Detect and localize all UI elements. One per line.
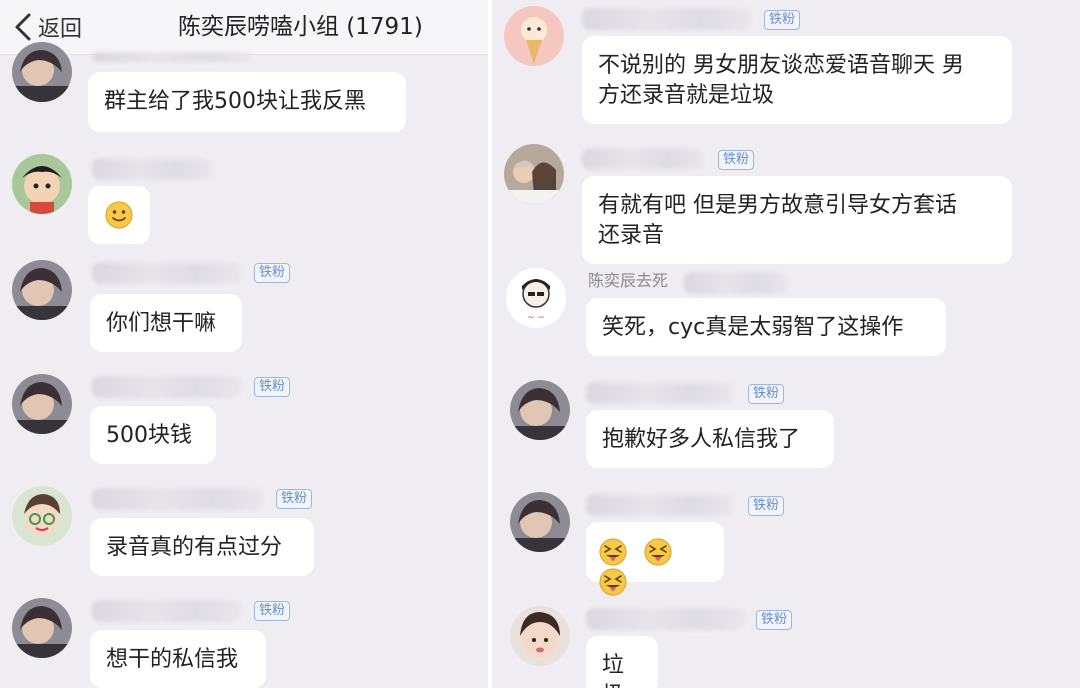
sender-name-blurred	[92, 376, 242, 398]
message-bubble[interactable]: 垃圾	[586, 636, 658, 688]
list-item: 群主给了我500块让我反黑	[0, 0, 488, 140]
avatar[interactable]	[12, 374, 72, 434]
avatar[interactable]: ~ ~	[506, 268, 566, 328]
message-text: 群主给了我500块让我反黑	[104, 89, 366, 114]
message-bubble[interactable]: 500块钱	[90, 406, 216, 464]
message-bubble[interactable]: 想干的私信我	[90, 630, 266, 688]
avatar[interactable]	[12, 260, 72, 320]
message-text: 垃圾	[602, 653, 625, 688]
fan-badge: 铁粉	[764, 10, 801, 30]
sender-name-blurred	[92, 262, 242, 284]
fan-badge: 铁粉	[748, 384, 785, 404]
sender-name-blurred	[684, 272, 788, 294]
sender-name-blurred	[586, 608, 746, 630]
message-text: 想干的私信我	[106, 647, 239, 672]
list-item	[0, 150, 488, 250]
sender-name-blurred	[92, 158, 212, 180]
message-text: 录音真的有点过分	[106, 535, 283, 560]
message-bubble[interactable]: 有就有吧 但是男方故意引导女方套话 还录音	[582, 176, 1012, 264]
chat-screenshot-collage: 返回 陈奕辰唠嗑小组 (1791) 群主给了我500块让我反黑 铁粉 你们想干嘛…	[0, 0, 1080, 688]
list-item: 铁粉 想干的私信我	[0, 596, 488, 688]
message-bubble[interactable]: 笑死，cyc真是太弱智了这操作	[586, 298, 946, 356]
message-bubble[interactable]: 群主给了我500块让我反黑	[88, 72, 406, 132]
message-bubble[interactable]: 你们想干嘛	[90, 294, 242, 352]
message-text: 笑死，cyc真是太弱智了这操作	[602, 315, 904, 340]
avatar[interactable]	[510, 606, 570, 666]
message-text: 你们想干嘛	[106, 311, 217, 336]
sender-name-blurred	[92, 488, 264, 510]
fan-badge: 铁粉	[718, 150, 755, 170]
avatar[interactable]	[510, 380, 570, 440]
squinting-face-with-tongue-emoji	[599, 538, 627, 566]
avatar[interactable]	[504, 144, 564, 204]
message-text-line: 还录音	[598, 223, 665, 248]
fan-badge: 铁粉	[254, 601, 291, 621]
avatar[interactable]	[12, 154, 72, 214]
list-item: 铁粉 抱歉好多人私信我了	[492, 378, 1080, 478]
fan-badge: 铁粉	[254, 263, 291, 283]
fan-badge: 铁粉	[254, 377, 291, 397]
fan-badge: 铁粉	[748, 496, 785, 516]
avatar[interactable]	[12, 42, 72, 102]
sender-name-blurred	[586, 494, 734, 516]
avatar[interactable]	[12, 598, 72, 658]
message-text-line: 方还录音就是垃圾	[598, 83, 775, 108]
avatar[interactable]	[504, 6, 564, 66]
sender-name-blurred	[586, 382, 734, 404]
list-item: 铁粉 500块钱	[0, 372, 488, 472]
message-text-line: 不说别的 男女朋友谈恋爱语音聊天 男	[598, 53, 964, 78]
fan-badge: 铁粉	[276, 489, 313, 509]
message-bubble[interactable]	[586, 522, 724, 596]
list-item: 铁粉 你们想干嘛	[0, 258, 488, 358]
left-chat-panel: 返回 陈奕辰唠嗑小组 (1791) 群主给了我500块让我反黑 铁粉 你们想干嘛…	[0, 0, 488, 688]
slightly-smiling-face-emoji	[105, 201, 133, 229]
list-item: 铁粉 有就有吧 但是男方故意引导女方套话 还录音	[492, 142, 1080, 264]
message-bubble[interactable]: 抱歉好多人私信我了	[586, 410, 834, 468]
list-item: ~ ~ 陈奕辰去死 笑死，cyc真是太弱智了这操作	[492, 266, 1080, 366]
svg-text:~ ~: ~ ~	[527, 313, 545, 323]
message-bubble[interactable]	[88, 186, 150, 244]
list-item: 铁粉 不说别的 男女朋友谈恋爱语音聊天 男 方还录音就是垃圾	[492, 0, 1080, 130]
right-chat-panel: 铁粉 不说别的 男女朋友谈恋爱语音聊天 男 方还录音就是垃圾 铁粉 有就有吧 但…	[492, 0, 1080, 688]
fan-badge: 铁粉	[756, 610, 793, 630]
list-item: 铁粉 录音真的有点过分	[0, 484, 488, 584]
sender-name-blurred	[92, 600, 242, 622]
avatar[interactable]	[510, 492, 570, 552]
sender-name-blurred	[582, 148, 704, 170]
list-item: 铁粉 垃圾	[492, 604, 1080, 688]
sender-name: 陈奕辰去死	[588, 271, 669, 290]
message-bubble[interactable]: 不说别的 男女朋友谈恋爱语音聊天 男 方还录音就是垃圾	[582, 36, 1012, 124]
squinting-face-with-tongue-emoji	[599, 568, 627, 596]
list-item: 铁粉	[492, 490, 1080, 596]
message-text: 500块钱	[106, 423, 192, 448]
avatar[interactable]	[12, 486, 72, 546]
message-bubble[interactable]: 录音真的有点过分	[90, 518, 314, 576]
sender-name-blurred	[582, 8, 752, 30]
sender-name-blurred	[92, 52, 252, 62]
message-text: 抱歉好多人私信我了	[602, 427, 801, 452]
squinting-face-with-tongue-emoji	[644, 538, 672, 566]
message-text-line: 有就有吧 但是男方故意引导女方套话	[598, 193, 957, 218]
